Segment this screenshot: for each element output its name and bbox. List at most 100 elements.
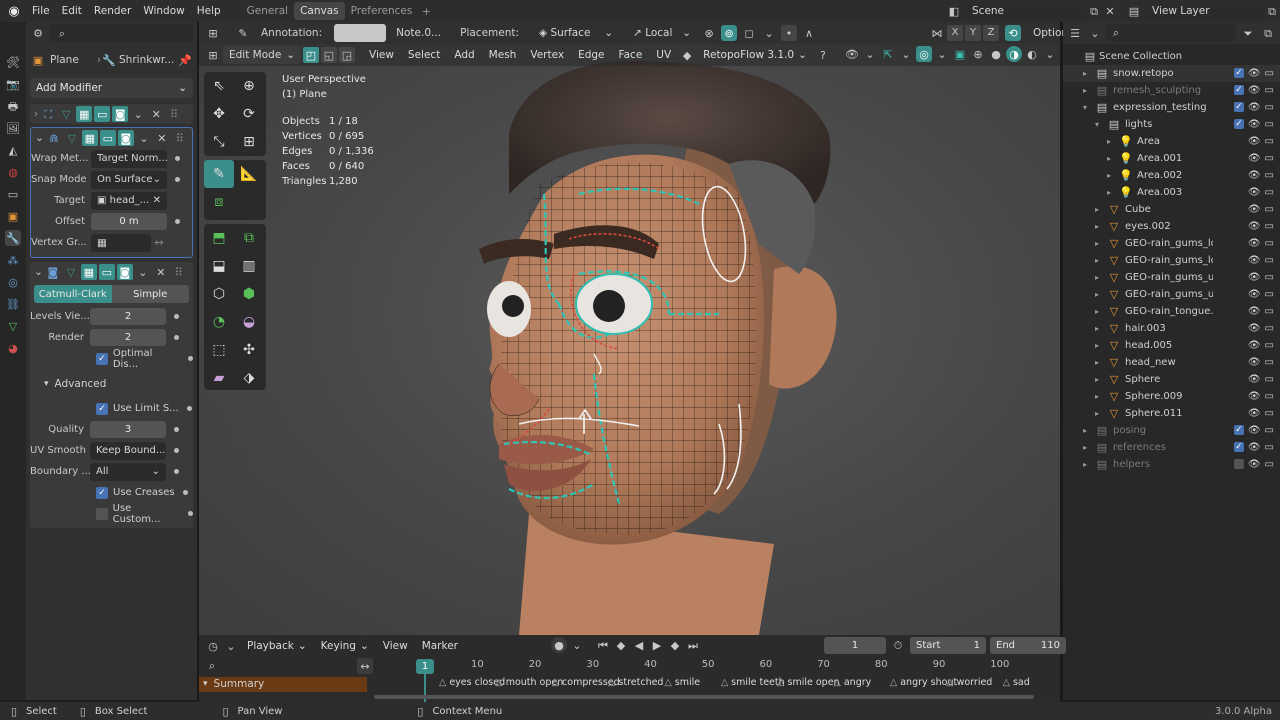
timeline-marker[interactable]: △ sad [1003, 677, 1030, 688]
outliner-row[interactable]: ▸▽ GEO-rain_gums_low 👁 ▭ [1063, 235, 1280, 252]
keyframe-dot-icon[interactable] [175, 156, 180, 161]
stopwatch-icon[interactable]: ⏱ [890, 638, 906, 654]
chevron-down-icon[interactable]: ⌄ [130, 106, 146, 122]
tab-canvas[interactable]: Canvas [294, 2, 345, 20]
summary-channel[interactable]: ▾ Summary [199, 676, 367, 692]
link-icon[interactable]: ⊗ [701, 25, 717, 41]
chevron-down-icon[interactable]: ⌄ [862, 46, 878, 62]
add-workspace-icon[interactable]: + [418, 3, 434, 19]
blender-logo-icon[interactable]: ◉ [6, 3, 22, 19]
start-frame-field[interactable]: Start 1 [910, 637, 986, 654]
mirror-icon[interactable]: ⋈ [929, 25, 945, 41]
help-icon[interactable]: ? [815, 47, 831, 63]
cage-icon[interactable]: ▽ [58, 106, 74, 122]
outliner-row[interactable]: ▸▽ GEO-rain_gums_upp 👁 ▭ [1063, 286, 1280, 303]
measure-tool-icon[interactable]: 📐 [234, 160, 264, 188]
jump-end-icon[interactable]: ⏭ [685, 637, 701, 653]
cursor-tool-icon[interactable]: ⊕ [234, 72, 264, 100]
render-camera-icon[interactable]: ▭ [1265, 136, 1274, 147]
render-camera-icon[interactable]: ▭ [1265, 425, 1274, 436]
editmode-toggle-icon[interactable]: ▦ [80, 264, 97, 280]
visibility-eye-icon[interactable]: 👁 [1248, 68, 1261, 79]
outliner-row[interactable]: ▸ 💡 Area.001 👁 ▭ [1063, 150, 1280, 167]
loopcut-tool-icon[interactable]: ▥ [234, 252, 264, 280]
face-select-icon[interactable]: ◲ [339, 47, 355, 63]
render-camera-icon[interactable]: ▭ [1265, 221, 1274, 232]
output-tab-icon[interactable]: 🖶 [5, 98, 21, 114]
outliner-row[interactable]: ▾ ▤ lights ✓ 👁 ▭ [1063, 116, 1280, 133]
rotate-tool-icon[interactable]: ⟳ [234, 100, 264, 128]
timeline-marker[interactable]: △ smile teeth [721, 677, 785, 688]
edge-select-icon[interactable]: ◱ [321, 47, 337, 63]
visibility-eye-icon[interactable]: 👁 [1248, 340, 1261, 351]
keyframe-dot-icon[interactable] [174, 448, 179, 453]
render-camera-icon[interactable]: ▭ [1265, 374, 1274, 385]
view-layer-tab-icon[interactable]: 🖼 [5, 120, 21, 136]
expand-arrow-icon[interactable]: ▸ [1095, 307, 1107, 316]
editmode-toggle-icon[interactable]: ▦ [81, 130, 98, 146]
current-frame-field[interactable]: 1 [824, 637, 886, 654]
outliner-row[interactable]: ▸ ▤ snow.retopo ✓ 👁 ▭ [1063, 65, 1280, 82]
cage-icon[interactable]: ▽ [63, 264, 79, 280]
wrap-method-dropdown[interactable]: Target Norm...⌄ [91, 149, 167, 168]
visibility-eye-icon[interactable]: 👁 [1248, 238, 1261, 249]
keyframe-dot-icon[interactable] [174, 427, 179, 432]
exclude-checkbox[interactable]: ✓ [1233, 119, 1244, 129]
play-icon[interactable]: ▶ [649, 637, 665, 653]
visibility-eye-icon[interactable]: 👁 [1248, 102, 1261, 113]
levels-viewport-field[interactable]: 2 [90, 308, 166, 325]
expand-arrow-icon[interactable]: ▸ [1095, 239, 1107, 248]
properties-search[interactable]: ⌕ [50, 24, 193, 42]
note-layer-dropdown[interactable]: Note.0...⌄ [390, 24, 442, 42]
visibility-eye-icon[interactable]: 👁 [1248, 289, 1261, 300]
timeline-marker[interactable]: △ angry [834, 677, 872, 688]
xray-icon[interactable]: ▣ [952, 46, 968, 62]
render-camera-icon[interactable]: ▭ [1265, 255, 1274, 266]
keyframe-dot-icon[interactable] [175, 177, 180, 182]
collection-tab-icon[interactable]: ▭ [5, 186, 21, 202]
chevron-down-icon[interactable]: ⌄ [761, 25, 777, 41]
expand-arrow-icon[interactable]: ▸ [1083, 86, 1095, 95]
prev-keyframe-icon[interactable]: ◆ [613, 637, 629, 653]
expand-arrow-icon[interactable]: ▾ [1095, 120, 1107, 129]
visibility-eye-icon[interactable]: 👁 [1248, 221, 1261, 232]
exclude-checkbox[interactable]: ✓ [1233, 442, 1244, 452]
annotate-tool-icon[interactable]: ✎ [235, 25, 251, 41]
render-camera-icon[interactable]: ▭ [1265, 102, 1274, 113]
outliner-row[interactable]: ▸ ▤ helpers 👁 ▭ [1063, 456, 1280, 473]
render-camera-icon[interactable]: ▭ [1265, 391, 1274, 402]
modifier-header-collapsed[interactable]: › ⛶ ▽ ▦ ▭ ◙ ⌄ ✕ ⠿ [30, 104, 193, 124]
simple-tab[interactable]: Simple [111, 285, 189, 303]
timeline-marker[interactable]: △ stretched [608, 677, 663, 688]
visibility-eye-icon[interactable]: 👁 [1248, 391, 1261, 402]
axis-z-button[interactable]: Z [983, 25, 999, 41]
render-camera-icon[interactable]: ▭ [1265, 306, 1274, 317]
edge-slide-tool-icon[interactable]: ⬚ [204, 336, 234, 364]
outliner-row[interactable]: ▸▽ GEO-rain_tongue.00 👁 ▭ [1063, 303, 1280, 320]
scene-icon[interactable]: ◧ [946, 3, 962, 19]
menu-render[interactable]: Render [88, 1, 137, 21]
outliner-row[interactable]: ▸ ▤ remesh_sculpting ✓ 👁 ▭ [1063, 82, 1280, 99]
outliner-row[interactable]: ▸ 💡 Area 👁 ▭ [1063, 133, 1280, 150]
mode-dropdown[interactable]: Edit Mode ⌄ [223, 46, 301, 64]
bevel-tool-icon[interactable]: ⬓ [204, 252, 234, 280]
render-camera-icon[interactable]: ▭ [1265, 357, 1274, 368]
menu-file[interactable]: File [26, 1, 56, 21]
expand-arrow-icon[interactable]: ▸ [1095, 392, 1107, 401]
timeline-marker[interactable]: △ smile open [777, 677, 839, 688]
render-toggle-icon[interactable]: ◙ [116, 264, 133, 280]
viewlayer-icon[interactable]: ▤ [1126, 3, 1142, 19]
gizmo-icon[interactable]: ⇱ [880, 46, 896, 62]
annotate-tool-icon[interactable]: ✎ [204, 160, 234, 188]
snap-toggle-icon[interactable]: ⊚ [721, 25, 738, 41]
next-keyframe-icon[interactable]: ◆ [667, 637, 683, 653]
expand-arrow-icon[interactable]: ▸ [1095, 375, 1107, 384]
visibility-eye-icon[interactable]: 👁 [1248, 85, 1261, 96]
render-camera-icon[interactable]: ▭ [1265, 85, 1274, 96]
modifier-tab-icon[interactable]: 🔧 [5, 230, 21, 246]
render-camera-icon[interactable]: ▭ [1265, 459, 1274, 470]
auto-merge-icon[interactable]: ⟲ [1005, 25, 1021, 41]
shrink-fatten-tool-icon[interactable]: ✣ [234, 336, 264, 364]
jump-start-icon[interactable]: ⏮ [595, 637, 611, 653]
visibility-eye-icon[interactable]: 👁 [1248, 357, 1261, 368]
